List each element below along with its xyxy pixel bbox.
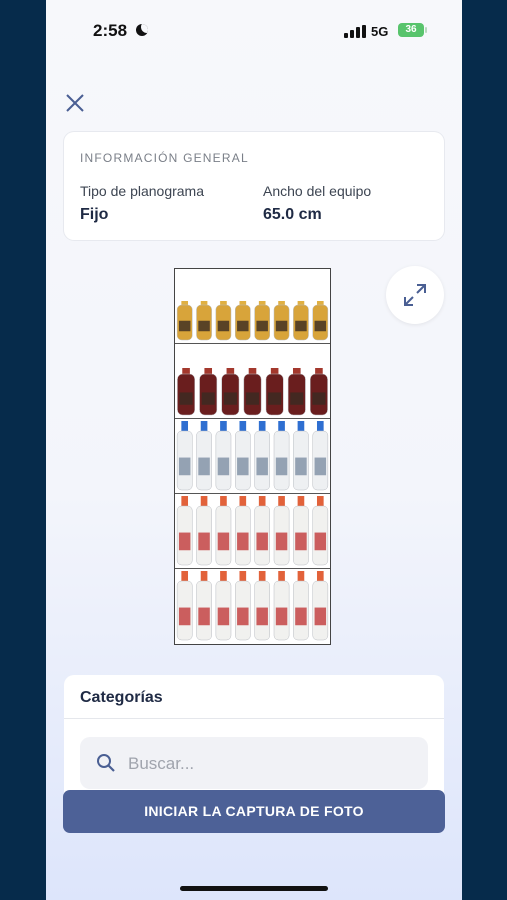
product-bottle — [215, 571, 232, 641]
product-bottle — [312, 421, 329, 491]
product-bottle — [176, 421, 193, 491]
product-bottle — [273, 301, 290, 341]
search-input[interactable] — [126, 751, 420, 777]
status-time: 2:58 — [93, 21, 128, 40]
search-box[interactable] — [80, 737, 428, 789]
product-bottle — [254, 301, 270, 341]
product-bottle — [293, 496, 309, 566]
categories-title: Categorías — [80, 689, 163, 706]
product-bottle — [177, 368, 195, 416]
start-photo-capture-button[interactable]: INICIAR LA CAPTURA DE FOTO — [63, 790, 445, 833]
product-bottle — [199, 368, 218, 416]
product-bottle — [254, 496, 270, 566]
planogram-shelf — [175, 419, 330, 494]
search-icon — [97, 754, 115, 772]
product-bottle — [221, 368, 240, 416]
planogram-shelf — [175, 569, 330, 644]
product-bottle — [196, 421, 212, 491]
planogram-type-value: Fijo — [80, 206, 109, 223]
categories-card: Categorías — [64, 675, 444, 795]
product-bottle — [293, 301, 309, 341]
product-bottle — [243, 368, 262, 416]
app-screen: 2:58 5G 36 INFORMACIÓN GENERAL Tipo de p… — [46, 0, 462, 900]
close-icon — [66, 94, 84, 112]
status-bar: 2:58 5G 36 — [46, 0, 462, 60]
product-bottle — [235, 421, 251, 491]
product-bottle — [215, 496, 232, 566]
home-indicator[interactable] — [180, 886, 328, 891]
product-bottle — [287, 368, 306, 416]
moon-icon — [136, 24, 148, 36]
product-bottle — [312, 301, 329, 341]
expand-icon — [404, 284, 426, 306]
product-bottle — [196, 301, 212, 341]
product-bottle — [293, 421, 309, 491]
expand-button[interactable] — [386, 266, 444, 324]
battery-indicator: 36 — [398, 23, 427, 37]
general-info-card: INFORMACIÓN GENERAL Tipo de planograma F… — [64, 132, 444, 240]
product-bottle — [215, 301, 232, 341]
product-bottle — [196, 496, 212, 566]
product-bottle — [273, 571, 290, 641]
info-card-title: INFORMACIÓN GENERAL — [80, 151, 249, 165]
planogram-shelf — [175, 269, 330, 344]
product-bottle — [235, 496, 251, 566]
product-bottle — [312, 571, 329, 641]
product-bottle — [196, 571, 212, 641]
divider — [64, 718, 444, 719]
product-bottle — [273, 421, 290, 491]
product-bottle — [176, 301, 193, 341]
product-bottle — [176, 571, 193, 641]
product-bottle — [254, 571, 270, 641]
planogram-image[interactable] — [174, 268, 331, 645]
product-bottle — [293, 571, 309, 641]
close-button[interactable] — [60, 88, 90, 118]
network-label: 5G — [371, 24, 389, 39]
equipment-width-value: 65.0 cm — [263, 206, 322, 223]
product-bottle — [176, 496, 193, 566]
product-bottle — [273, 496, 290, 566]
product-bottle — [312, 496, 329, 566]
equipment-width-label: Ancho del equipo — [263, 183, 372, 199]
product-bottle — [254, 421, 270, 491]
planogram-type-label: Tipo de planograma — [80, 183, 205, 199]
product-bottle — [265, 368, 284, 416]
planogram-shelf — [175, 344, 330, 419]
product-bottle — [215, 421, 232, 491]
product-bottle — [235, 571, 251, 641]
product-bottle — [235, 301, 251, 341]
signal-icon — [344, 25, 366, 38]
product-bottle — [310, 368, 328, 416]
planogram-shelf — [175, 494, 330, 569]
